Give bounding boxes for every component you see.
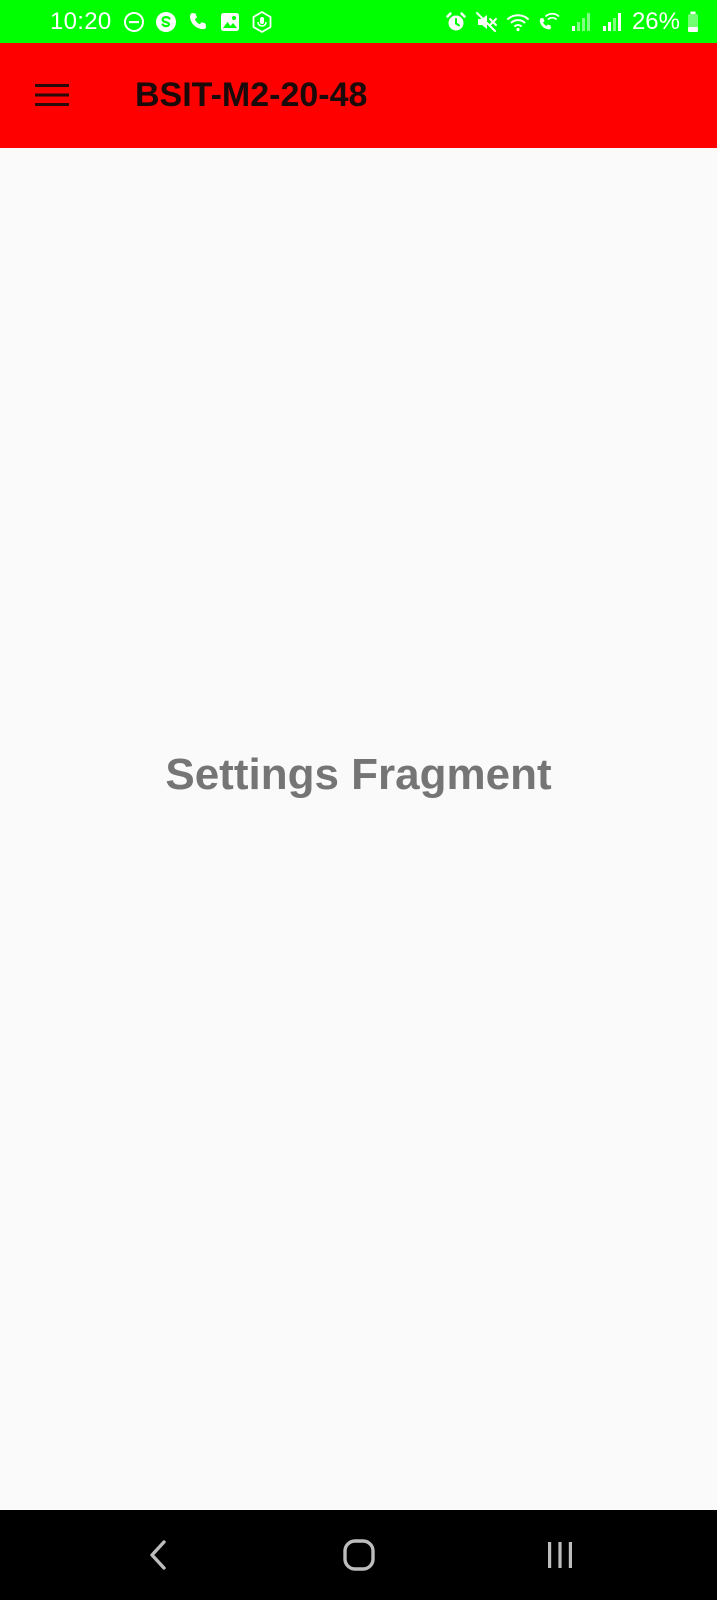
alarm-icon xyxy=(444,10,468,34)
back-icon xyxy=(150,1540,166,1570)
status-bar: 10:20 26% xyxy=(0,0,717,43)
app-title: BSIT-M2-20-48 xyxy=(135,76,368,114)
do-not-disturb-icon xyxy=(122,10,146,34)
status-time: 10:20 xyxy=(50,7,112,35)
phone-screen: 10:20 26% BSIT-M2-20-48 Settings Fragmen… xyxy=(0,0,717,1600)
back-button[interactable] xyxy=(128,1528,188,1582)
home-icon xyxy=(343,1539,375,1571)
fragment-label: Settings Fragment xyxy=(165,750,552,799)
phone-call-icon xyxy=(186,10,210,34)
wifi-calling-icon xyxy=(537,10,561,34)
skype-icon xyxy=(154,10,178,34)
gallery-icon xyxy=(218,10,242,34)
hamburger-menu-icon xyxy=(35,84,69,106)
signal-icon xyxy=(568,10,592,34)
wifi-icon xyxy=(506,10,530,34)
mute-icon xyxy=(475,10,499,34)
recents-button[interactable] xyxy=(530,1528,590,1582)
status-left-icons xyxy=(122,10,274,34)
home-button[interactable] xyxy=(329,1528,389,1582)
status-right-icons: 26% xyxy=(444,8,699,36)
signal-icon xyxy=(599,10,623,34)
voice-recorder-icon xyxy=(250,10,274,34)
battery-percent: 26% xyxy=(631,7,680,35)
hamburger-menu-button[interactable] xyxy=(24,69,80,121)
recents-icon xyxy=(548,1542,572,1568)
battery-icon xyxy=(687,11,699,33)
app-bar: BSIT-M2-20-48 xyxy=(0,43,717,148)
settings-fragment-container: Settings Fragment xyxy=(0,148,717,1510)
navigation-bar xyxy=(0,1510,717,1600)
